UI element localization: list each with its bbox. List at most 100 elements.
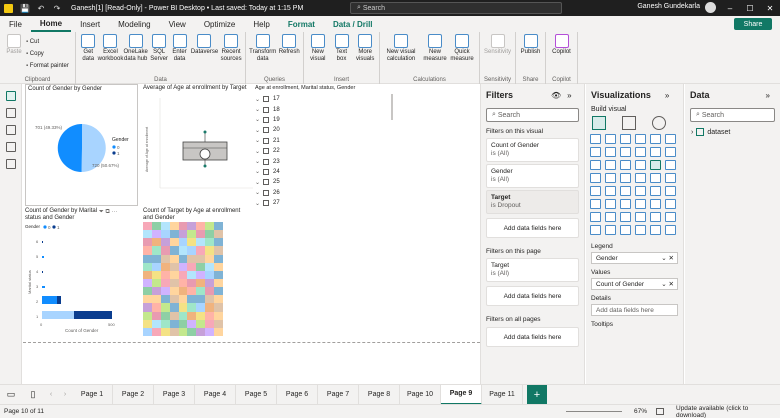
- heatmap-cell[interactable]: [178, 246, 188, 255]
- visual-type-icon[interactable]: [620, 186, 631, 196]
- filter-card-count-of-gender[interactable]: Count of Gender is (All): [486, 138, 579, 162]
- undo-icon[interactable]: ↶: [33, 0, 49, 16]
- publish-button[interactable]: Publish: [519, 34, 542, 56]
- pie-slice-0[interactable]: [57, 123, 82, 172]
- chevron-down-icon[interactable]: ⌄: [255, 127, 263, 134]
- visual-type-icon[interactable]: [665, 147, 676, 157]
- slicer-item[interactable]: ⌄ 18: [255, 104, 280, 114]
- enter-data-button[interactable]: Enter data: [170, 34, 188, 63]
- page-tab[interactable]: Page 7: [318, 384, 359, 405]
- eye-icon[interactable]: 👁: [551, 91, 561, 100]
- heatmap-cell[interactable]: [214, 327, 223, 336]
- chevron-down-icon[interactable]: ⌄: [255, 189, 263, 196]
- tab-help[interactable]: Help: [244, 16, 278, 32]
- heatmap-cell[interactable]: [160, 319, 170, 328]
- visual-type-icon[interactable]: [635, 212, 646, 222]
- filters-search-input[interactable]: ⌕ Search: [486, 108, 579, 122]
- heatmap-cell[interactable]: [143, 303, 152, 312]
- checkbox[interactable]: [263, 158, 269, 165]
- heatmap-cell[interactable]: [143, 327, 152, 336]
- heatmap-cell[interactable]: [143, 262, 152, 271]
- visual-type-icon[interactable]: [605, 173, 616, 183]
- outlier-bottom[interactable]: [203, 164, 207, 168]
- heatmap-cell[interactable]: [143, 230, 152, 239]
- collapse-icon[interactable]: »: [567, 91, 571, 100]
- collapse-icon[interactable]: »: [766, 91, 770, 100]
- heatmap-cell[interactable]: [160, 238, 170, 247]
- bar-2-gender-0[interactable]: [42, 296, 57, 304]
- heatmap-cell[interactable]: [160, 295, 170, 304]
- slicer-item[interactable]: ⌄ 26: [255, 188, 280, 198]
- heatmap-cell[interactable]: [187, 238, 197, 247]
- heatmap-cell[interactable]: [178, 279, 188, 288]
- minimize-icon[interactable]: –: [720, 0, 740, 16]
- heatmap-cell[interactable]: [178, 295, 188, 304]
- save-icon[interactable]: 💾: [17, 0, 33, 16]
- visual-type-icon[interactable]: [665, 134, 676, 144]
- checkbox[interactable]: [263, 168, 269, 175]
- pie-chart-visual[interactable]: Count of Gender by Gender 701 (49.33%) 7…: [25, 84, 138, 206]
- heatmap-cell[interactable]: [214, 270, 223, 279]
- bar-3[interactable]: [42, 286, 45, 288]
- slicer-item[interactable]: ⌄ 19: [255, 115, 280, 125]
- heatmap-cell[interactable]: [214, 230, 223, 239]
- visual-type-icon[interactable]: [635, 225, 646, 235]
- onelake-button[interactable]: OneLake data hub: [123, 34, 148, 63]
- heatmap-cell[interactable]: [160, 230, 170, 239]
- page-tab[interactable]: Page 9: [441, 384, 482, 405]
- visual-type-icon[interactable]: [590, 212, 601, 222]
- visual-type-icon[interactable]: [590, 186, 601, 196]
- heatmap-cell[interactable]: [143, 279, 152, 288]
- heatmap-cell[interactable]: [178, 327, 188, 336]
- heatmap-cell[interactable]: [214, 279, 223, 288]
- heatmap-cell[interactable]: [160, 262, 170, 271]
- avatar[interactable]: [705, 2, 716, 13]
- heatmap-cell[interactable]: [178, 303, 188, 312]
- chevron-down-icon[interactable]: ⌄: [255, 96, 263, 103]
- visual-type-icon[interactable]: [620, 225, 631, 235]
- heatmap-cell[interactable]: [143, 246, 152, 255]
- visual-type-icon[interactable]: [590, 173, 601, 183]
- visual-type-icon[interactable]: [635, 147, 646, 157]
- page-tab[interactable]: Page 1: [72, 384, 113, 405]
- dataverse-button[interactable]: Dataverse: [191, 34, 218, 56]
- visual-type-icon[interactable]: [590, 199, 601, 209]
- heatmap-cell[interactable]: [205, 303, 215, 312]
- heatmap-cell[interactable]: [169, 319, 179, 328]
- tmdl-view-icon[interactable]: [5, 159, 16, 169]
- heatmap-cell[interactable]: [151, 254, 161, 263]
- heatmap-cell[interactable]: [169, 311, 179, 320]
- values-well[interactable]: Count of Gender ⌄ ✕: [591, 278, 678, 290]
- visual-type-icon[interactable]: [650, 147, 661, 157]
- visual-type-icon[interactable]: [620, 212, 631, 222]
- chevron-down-icon[interactable]: ⌄: [255, 200, 263, 207]
- heatmap-cell[interactable]: [160, 287, 170, 296]
- heatmap-cell[interactable]: [143, 319, 152, 328]
- heatmap-cell[interactable]: [169, 279, 179, 288]
- heatmap-cell[interactable]: [196, 279, 206, 288]
- heatmap-cell[interactable]: [160, 303, 170, 312]
- heatmap-cell[interactable]: [178, 222, 188, 231]
- bar-chart-visual[interactable]: Count of Gender by Marital status and Ge…: [25, 208, 137, 340]
- heatmap-cell[interactable]: [187, 319, 197, 328]
- visual-type-icon[interactable]: [590, 225, 601, 235]
- visual-type-icon[interactable]: [590, 134, 601, 144]
- collapse-icon[interactable]: »: [665, 91, 669, 100]
- next-page-icon[interactable]: ›: [58, 391, 72, 398]
- heatmap-cell[interactable]: [214, 303, 223, 312]
- details-well[interactable]: Add data fields here: [591, 304, 678, 316]
- refresh-button[interactable]: Refresh: [278, 34, 300, 56]
- heatmap-cell[interactable]: [160, 222, 170, 231]
- heatmap-cell[interactable]: [160, 254, 170, 263]
- heatmap-cell[interactable]: [160, 279, 170, 288]
- heatmap-cell[interactable]: [196, 295, 206, 304]
- heatmap-cell[interactable]: [205, 327, 215, 336]
- paste-button[interactable]: Paste: [3, 34, 25, 56]
- heatmap-cell[interactable]: [178, 319, 188, 328]
- page-tab[interactable]: Page 6: [277, 384, 318, 405]
- legend-well[interactable]: Gender ⌄ ✕: [591, 252, 678, 264]
- cut-button[interactable]: Cut: [26, 36, 69, 48]
- add-all-pages-filter-dropzone[interactable]: Add data fields here: [486, 327, 579, 347]
- heatmap-cell[interactable]: [196, 303, 206, 312]
- heatmap-cell[interactable]: [160, 246, 170, 255]
